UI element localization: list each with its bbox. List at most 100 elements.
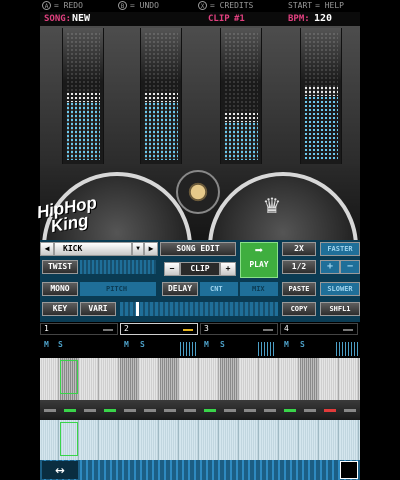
step-led: [84, 409, 96, 412]
mute-toggle-4[interactable]: M: [284, 340, 289, 349]
level-meter-4[interactable]: [300, 28, 342, 164]
shuffle-button[interactable]: SHFL1: [320, 302, 360, 316]
sequencer-step[interactable]: [140, 358, 159, 400]
sequencer-step[interactable]: [40, 358, 59, 400]
double-speed-button[interactable]: 2X: [282, 242, 316, 256]
bpm-value[interactable]: 120: [314, 13, 332, 24]
cnt-label: CNT: [210, 285, 223, 293]
mute-toggle-1[interactable]: M: [44, 340, 49, 349]
sequencer-step[interactable]: [340, 358, 359, 400]
solo-toggle-2[interactable]: S: [140, 340, 145, 349]
sequencer-step-lower[interactable]: [180, 420, 199, 460]
step-led: [44, 409, 56, 412]
sequencer-step[interactable]: [280, 358, 299, 400]
sequencer-step[interactable]: [160, 358, 179, 400]
step-led: [144, 409, 156, 412]
crown-icon: ♛: [264, 190, 280, 220]
delay-button[interactable]: DELAY: [162, 282, 198, 296]
help-redo: A = REDO: [42, 1, 83, 10]
faster-button[interactable]: FASTER: [320, 242, 360, 256]
sequencer-step-lower[interactable]: [80, 420, 99, 460]
track-tab-label: 1: [44, 324, 49, 333]
sequencer-step-lower[interactable]: [280, 420, 299, 460]
mix-slider[interactable]: MIX: [240, 282, 278, 296]
sequencer-step-lower[interactable]: [220, 420, 239, 460]
sequencer-step-lower[interactable]: [240, 420, 259, 460]
sequencer-step[interactable]: [300, 358, 319, 400]
sequencer-step-lower[interactable]: [320, 420, 339, 460]
sequencer-step-lower[interactable]: [120, 420, 139, 460]
sequencer-step[interactable]: [320, 358, 339, 400]
clip-number: #1: [234, 14, 245, 24]
sequencer-step[interactable]: [120, 358, 139, 400]
step-led: [304, 409, 316, 412]
pitch-slider[interactable]: PITCH: [80, 282, 156, 296]
sequencer-step-lower[interactable]: [40, 420, 59, 460]
scroll-end-box[interactable]: [340, 461, 358, 479]
delay-slider[interactable]: [120, 302, 278, 316]
control-panel: ◀ KICK ▼ ▶ SONG EDIT ➡ PLAY 2X FASTER TW…: [40, 240, 360, 322]
mono-button[interactable]: MONO: [42, 282, 78, 296]
sequencer-step-lower[interactable]: [340, 420, 359, 460]
track-tab-label: 4: [284, 324, 289, 333]
step-led: [204, 409, 216, 412]
cnt-slider[interactable]: CNT: [200, 282, 238, 296]
sequencer-step-lower[interactable]: [260, 420, 279, 460]
solo-toggle-1[interactable]: S: [58, 340, 63, 349]
pattern-scrollbar[interactable]: ↔: [40, 460, 360, 480]
sequencer-step[interactable]: [80, 358, 99, 400]
crossfader-knob[interactable]: [176, 170, 220, 214]
vari-button[interactable]: VARI: [80, 302, 116, 316]
sequencer-step[interactable]: [260, 358, 279, 400]
slower-button[interactable]: SLOWER: [320, 282, 360, 296]
prev-instrument-button[interactable]: ◀: [40, 242, 54, 256]
song-edit-button[interactable]: SONG EDIT: [160, 242, 236, 256]
help-undo: B = UNDO: [118, 1, 159, 10]
play-arrow-icon: ➡: [254, 243, 264, 259]
key-button[interactable]: KEY: [42, 302, 78, 316]
mute-toggle-2[interactable]: M: [124, 340, 129, 349]
clip-plus-button[interactable]: +: [220, 262, 236, 276]
twist-slider[interactable]: [80, 260, 156, 274]
level-meter-3[interactable]: [220, 28, 262, 164]
clip-minus-button[interactable]: −: [164, 262, 180, 276]
sequencer-step-lower[interactable]: [200, 420, 219, 460]
sequencer-step-lower[interactable]: [300, 420, 319, 460]
track-selector: 1 2 3 4: [40, 322, 360, 336]
scroll-arrows-icon[interactable]: ↔: [42, 461, 78, 479]
sequencer-step-lower[interactable]: [140, 420, 159, 460]
step-cursor: [60, 422, 78, 456]
twist-button[interactable]: TWIST: [42, 260, 78, 274]
next-instrument-button[interactable]: ▶: [144, 242, 158, 256]
sequencer-step[interactable]: [100, 358, 119, 400]
sequencer-step-lower[interactable]: [100, 420, 119, 460]
status-bar: SONG: NEW CLIP #1 BPM: 120: [40, 12, 360, 26]
slower-minus-button[interactable]: −: [340, 260, 360, 274]
sequencer-step[interactable]: [200, 358, 219, 400]
delay-slider-handle[interactable]: [136, 302, 139, 316]
track-tab-1[interactable]: 1: [40, 323, 118, 335]
half-speed-button[interactable]: 1/2: [282, 260, 316, 274]
faster-plus-button[interactable]: +: [320, 260, 340, 274]
sequencer-step-lower[interactable]: [160, 420, 179, 460]
track-tab-2[interactable]: 2: [120, 323, 198, 335]
clip-label: CLIP: [208, 14, 230, 24]
help-bar: A = REDO B = UNDO X = CREDITS START = HE…: [0, 0, 400, 12]
volume-bars-4: [336, 342, 358, 356]
instrument-selector[interactable]: KICK: [54, 242, 132, 256]
sequencer-step[interactable]: [180, 358, 199, 400]
instrument-dropdown-icon[interactable]: ▼: [132, 242, 144, 256]
track-tab-3[interactable]: 3: [200, 323, 278, 335]
sequencer-step[interactable]: [220, 358, 239, 400]
level-meter-1[interactable]: [62, 28, 104, 164]
copy-button[interactable]: COPY: [282, 302, 316, 316]
sequencer-step[interactable]: [240, 358, 259, 400]
mute-toggle-3[interactable]: M: [204, 340, 209, 349]
solo-toggle-4[interactable]: S: [300, 340, 305, 349]
paste-button[interactable]: PASTE: [282, 282, 316, 296]
play-button[interactable]: ➡ PLAY: [240, 242, 278, 278]
track-tab-4[interactable]: 4: [280, 323, 358, 335]
level-meter-2[interactable]: [140, 28, 182, 164]
solo-toggle-3[interactable]: S: [220, 340, 225, 349]
step-led: [124, 409, 136, 412]
